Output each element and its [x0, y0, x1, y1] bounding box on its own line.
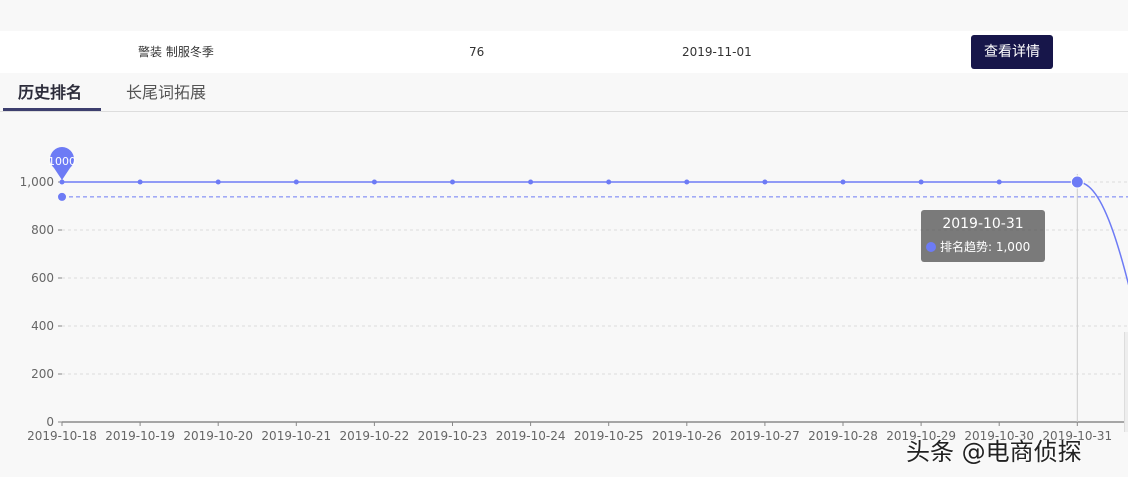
x-tick-label: 2019-10-20 — [183, 429, 253, 443]
watermark: 头条 @电商侦探 — [906, 438, 1082, 466]
data-point — [450, 179, 455, 185]
tooltip-value: 排名趋势: 1,000 — [940, 240, 1031, 254]
x-tick-label: 2019-10-21 — [261, 429, 331, 443]
x-tick-label: 2019-10-26 — [652, 429, 722, 443]
keyword-table-row: 警装 制服冬季 76 2019-11-01 查看详情 — [0, 31, 1128, 73]
x-tick-label: 2019-10-23 — [418, 429, 488, 443]
date-cell: 2019-11-01 — [682, 45, 752, 59]
x-tick-label: 2019-10-28 — [808, 429, 878, 443]
tab-long-tail-keywords[interactable]: 长尾词拓展 — [126, 81, 206, 111]
data-point — [1070, 175, 1084, 189]
data-point — [293, 179, 299, 185]
y-tick-label: 200 — [31, 367, 54, 381]
x-tick-label: 2019-10-24 — [496, 429, 566, 443]
data-point — [59, 179, 65, 185]
average-line-start-point — [58, 192, 66, 201]
data-point — [762, 179, 768, 185]
x-tick-label: 2019-10-22 — [340, 429, 410, 443]
side-scroll-handle[interactable] — [1124, 332, 1128, 432]
data-point — [371, 179, 377, 185]
rank-trend-chart: 0 200 400 600 800 1,000 2019-10-18 2019-10-19 20… — [20, 147, 1128, 443]
x-tick-label: 2019-10-27 — [730, 429, 800, 443]
tab-history-rank[interactable]: 历史排名 — [18, 81, 82, 111]
y-tick-label: 800 — [31, 223, 54, 237]
data-point — [840, 179, 846, 185]
rank-cell: 76 — [469, 45, 485, 59]
data-point — [215, 179, 221, 185]
y-tick-label: 1,000 — [20, 175, 54, 189]
tooltip-date: 2019-10-31 — [942, 216, 1024, 232]
data-point — [684, 179, 690, 185]
data-point — [996, 179, 1002, 185]
y-tick-label: 0 — [46, 415, 54, 429]
series-dot-icon — [926, 242, 936, 252]
active-tab-indicator — [3, 108, 101, 111]
x-tick-label: 2019-10-18 — [27, 429, 97, 443]
y-tick-label: 400 — [31, 319, 54, 333]
x-tick-label: 2019-10-25 — [574, 429, 644, 443]
keyword-cell: 警装 制服冬季 — [138, 45, 214, 59]
y-tick-label: 600 — [31, 271, 54, 285]
data-point — [137, 179, 143, 185]
chart-tooltip: 2019-10-31 排名趋势: 1,000 — [921, 210, 1045, 262]
data-point — [606, 179, 612, 185]
view-details-button[interactable]: 查看详情 — [971, 35, 1053, 69]
max-marker-label: 1000 — [48, 155, 76, 168]
x-tick-label: 2019-10-19 — [105, 429, 175, 443]
data-point — [918, 179, 924, 185]
data-point — [528, 179, 534, 185]
tab-bar: 历史排名 长尾词拓展 — [0, 73, 1128, 112]
